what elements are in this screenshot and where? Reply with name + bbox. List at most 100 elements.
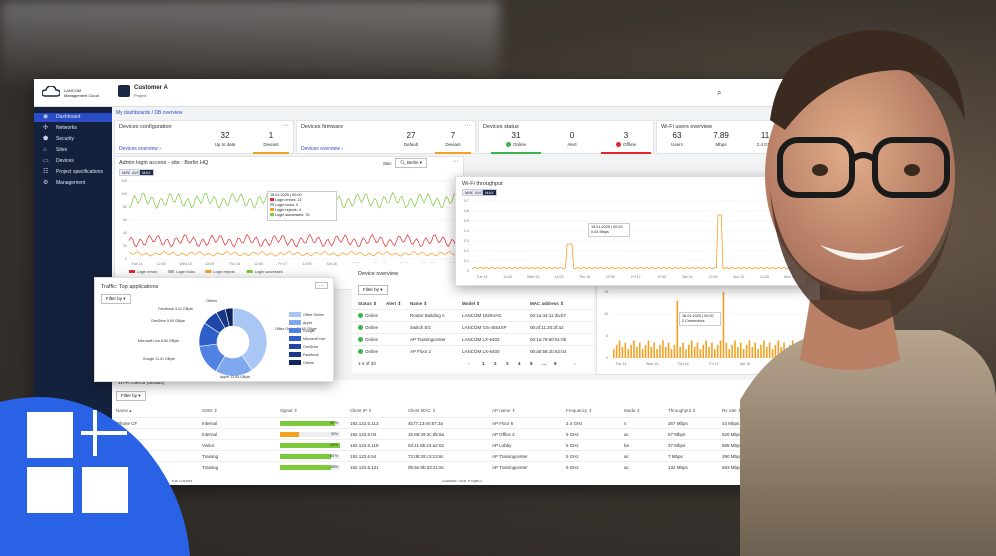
table-row[interactable]: Online Router Building A LANCOM 1926VAG 00:… [352,309,594,320]
stat-label: Mbps [715,142,727,147]
client-mac: 4b:f7:13:e0:57:3a [408,421,444,426]
table-row[interactable]: Online Switch EG LANCOM GS-4554XP 00:af:11:… [352,321,594,332]
mode: n [624,421,627,426]
table-row[interactable]: Online AP Floor 2 LANCOM LX-6400 00:a0:58:1… [352,345,594,356]
page-button[interactable]: 9 [554,361,557,366]
x-tick-label: Fri 17 [278,262,287,266]
table-row[interactable]: iPhone CF Internal 92 % 192.122.6.113 4b:f7:… [112,417,822,428]
deviant-underline [435,152,471,154]
table-row[interactable]: Online AP Trainingcenter LANCOM LX-6402 00:… [352,333,594,344]
page-button[interactable]: 3 [506,361,509,366]
legend-label: Office Online [303,313,324,317]
wifi-clients-card: Wi-Fi clients (details) Filter by ▾ Name… [112,380,822,480]
traffic-donut-chart: Office Online 30.65 GByteApple 13.50 GBy… [138,299,325,379]
table-row[interactable]: Internal 32% 192.122.6.04 1b:85:29:2c:d5:6a… [112,428,822,439]
client-ip: 192.122.6.04 [350,432,377,437]
breadcrumb[interactable]: My dashboards / DB overview [116,110,182,116]
stat-value: 3 [623,131,629,140]
legend-swatch [289,336,301,341]
mode-max[interactable]: MAX [482,189,497,196]
signal-label: 100% [329,443,338,447]
throughput: 37 Mbps [668,443,686,448]
legend-swatch [289,344,301,349]
device-mac: 00:af:11:20:3f:a2 [530,325,564,330]
histogram-bar [644,344,647,358]
online-stat[interactable]: 31 Online [491,131,541,147]
tooltip-text: Login rejects: 4 [275,208,301,212]
devices-overview-link[interactable]: Devices overview › [119,146,161,152]
sidebar-item-networks[interactable]: ✣ Networks [34,124,112,133]
filter-button[interactable]: Filter by ▾ [358,285,388,295]
online-underline [491,152,541,154]
up-to-date-stat: 32 Up to date [207,131,243,147]
ap-name: AP Lobby [492,443,512,448]
more-icon[interactable]: ··· [452,158,459,165]
slice-callout: Facebook 3.41 GByte [158,307,193,311]
histogram-bar [662,340,664,358]
status-label: Online [365,325,379,330]
deviant-stat[interactable]: 7 Deviant [435,131,471,147]
sidebar-item-devices[interactable]: ▭ Devices [34,157,112,166]
more-icon[interactable]: ··· [464,122,471,129]
sidebar-item-dashboard[interactable]: ◉ Dashboard [34,113,112,122]
prev-page-button[interactable]: ‹ [468,361,470,366]
table-header-cell: Alert ⇕ [386,301,402,306]
more-icon[interactable]: ··· [282,122,289,129]
table-header-cell: Rx rate ⇕ [722,408,742,413]
offline-stat[interactable]: 3 Offline [601,131,651,147]
devices-configuration-card: Devices configuration ··· 32 Up to date 1… [114,120,294,154]
rx-rate: 520 Mbps [722,432,742,437]
page-button[interactable]: … [542,361,547,366]
offline-icon [616,142,622,147]
customer-subtitle: Project [134,93,147,98]
check-icon [358,337,363,342]
rx-rate: 583 Mbps [722,465,742,470]
table-row[interactable]: Training 85 % 192.122.6.54 72:d8:29:c3:13:6… [112,450,822,461]
page-button[interactable]: 2 [494,361,497,366]
site-select[interactable]: 🔍︎ Berlin ▾ [395,158,427,168]
lancom-logo: LANCOM Management Cloud [42,86,112,100]
traffic-top-applications-card: Traffic: Top applications ··· Filter by … [94,277,334,382]
default-stat: 27 Default [393,131,429,147]
sidebar-item-management[interactable]: ⚙ Management [34,179,112,188]
histogram-bar [705,340,707,358]
histogram-bar [670,349,673,358]
card-title: Devices configuration [119,124,172,130]
histogram-bar [667,342,670,358]
histogram-bar [618,340,621,358]
table-row[interactable]: Training 85% 192.122.6.121 0b:5e:8b:33:21:8… [112,461,822,472]
signal-bar: 85 % [280,454,340,459]
sidebar-item-project-specifications[interactable]: ☷ Project specifications [34,168,112,177]
page-button[interactable]: 5 [530,361,533,366]
device-name: AP Trainingcenter [410,337,446,342]
page-button[interactable]: 1 [482,361,485,366]
sidebar-item-sites[interactable]: ⌂ Sites [34,146,112,155]
rx-rate: 390 Mbps [722,454,742,459]
frequency: 5 GHz [566,465,579,470]
alert-stat[interactable]: 0 Alert [547,131,597,147]
histogram-bar [693,347,696,358]
x-tick-label: 12:00 [157,262,166,266]
x-tick-label: Thu 16 [579,275,590,279]
devices-icon: ▭ [43,158,49,164]
next-page-button[interactable]: › [574,361,576,366]
deviant-stat[interactable]: 1 Deviant [253,131,289,147]
device-model: LANCOM GS-4554XP [462,325,507,330]
legend-swatch [289,312,301,317]
histogram-bar [702,344,705,358]
rx-rate: 43 Mbps [722,421,740,426]
table-row[interactable]: Visitor 100% 192.122.6.118 0d:11:9b:24:a2:5… [112,439,822,450]
cloud-logo-icon [42,86,60,97]
devices-overview-link[interactable]: Devices overview › [301,146,343,152]
ap-name: AP Office 2 [492,432,515,437]
table-header-cell: Client MAC ⇕ [408,408,436,413]
chart-tooltip: 16.01.2025 | 00:20 2 Connectors [679,312,721,326]
legend-label: Facebook [303,353,319,357]
histogram-bar [731,344,733,358]
chart-tooltip: 16.01.2025 | 00:20 0.04 Mbps [588,223,630,237]
search-icon[interactable]: ⌕ [717,88,721,98]
sidebar-item-security[interactable]: ⬟ Security [34,135,112,144]
slice-callout: Microsoft Live 8.60 GByte [138,339,179,343]
page-button[interactable]: 4 [518,361,521,366]
mode-max[interactable]: MAX [139,169,154,176]
